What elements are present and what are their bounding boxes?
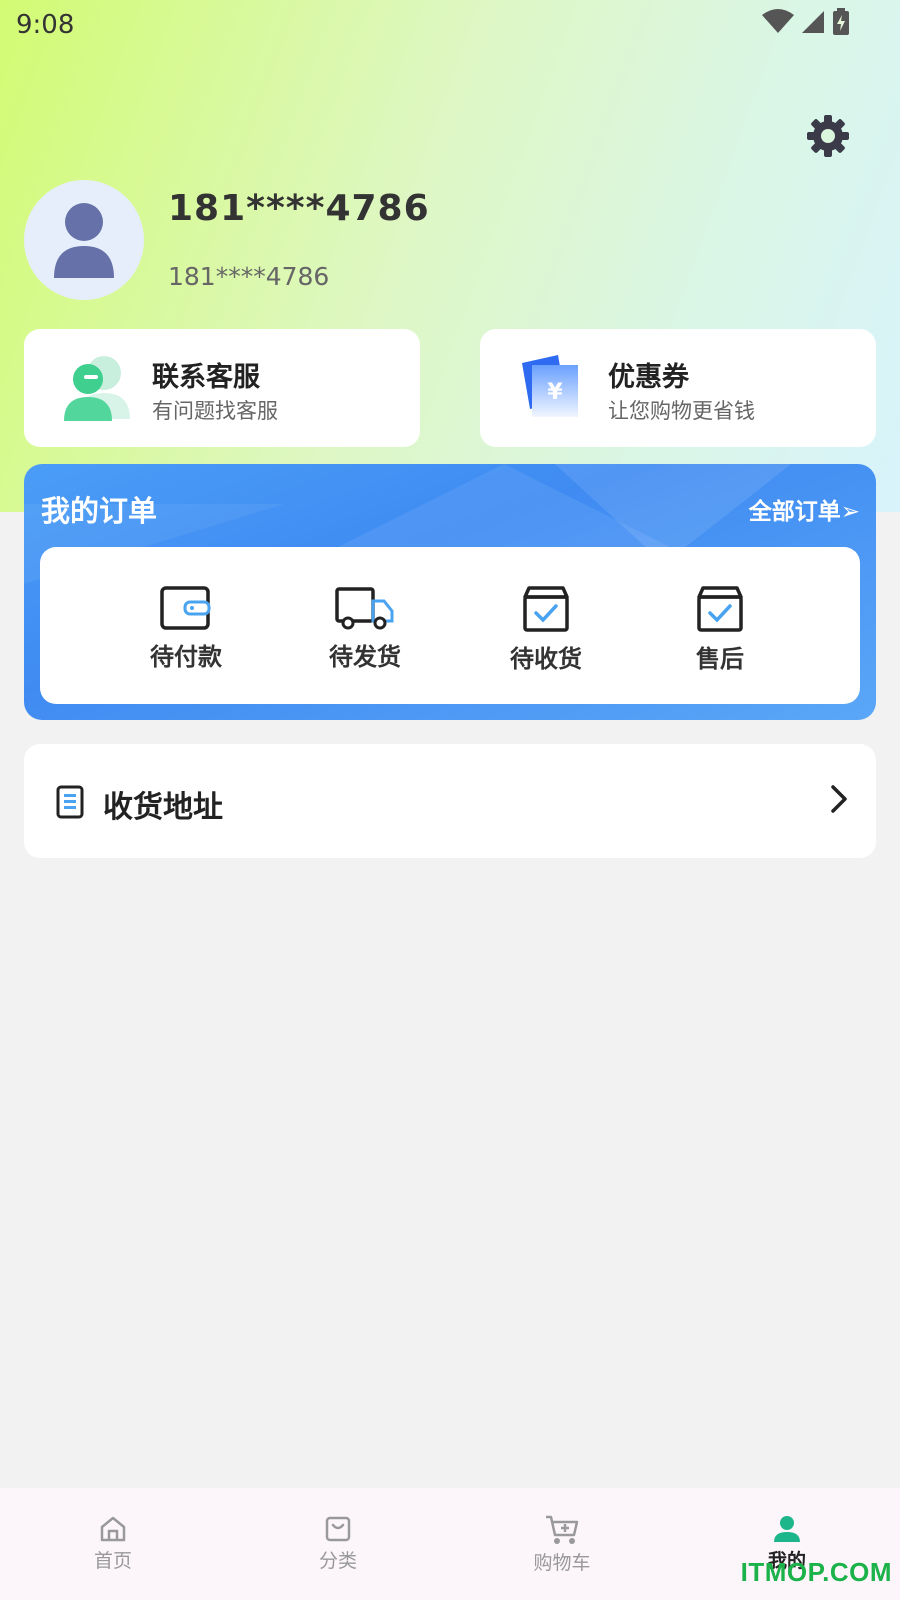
orders-panel: 我的订单 全部订单➢ 待付款 待发货 待收货 售后 (24, 464, 876, 720)
signal-icon (802, 11, 824, 33)
order-pending-shipment[interactable]: 待发货 (305, 585, 425, 672)
status-time: 9:08 (16, 10, 75, 40)
battery-icon (833, 8, 849, 35)
order-pending-payment[interactable]: 待付款 (126, 585, 246, 672)
customer-service-subtitle: 有问题找客服 (152, 399, 278, 423)
document-icon (56, 785, 84, 819)
tab-cart[interactable]: 购物车 (502, 1514, 622, 1575)
user-avatar-icon (54, 203, 114, 278)
truck-icon (335, 587, 394, 630)
tab-cart-label: 购物车 (533, 1552, 591, 1574)
box-check-icon (697, 586, 743, 632)
user-phone: 181****4786 (168, 262, 330, 291)
home-icon (100, 1516, 126, 1542)
avatar[interactable] (24, 180, 144, 300)
wifi-icon (762, 9, 794, 33)
customer-service-icon (64, 356, 130, 421)
shipping-address-row[interactable]: 收货地址 (24, 744, 876, 858)
box-check-icon (523, 586, 569, 632)
orders-title: 我的订单 (41, 494, 158, 528)
watermark: ITMOP.COM (740, 1557, 892, 1587)
tab-home[interactable]: 首页 (53, 1514, 173, 1573)
order-pending-receipt-label: 待收货 (510, 645, 582, 673)
order-pending-receipt[interactable]: 待收货 (486, 585, 606, 674)
order-after-sales-label: 售后 (696, 645, 744, 673)
order-pending-payment-label: 待付款 (150, 643, 222, 671)
tab-home-label: 首页 (93, 1550, 132, 1572)
all-orders-link[interactable]: 全部订单➢ (749, 492, 860, 526)
tab-category[interactable]: 分类 (278, 1514, 398, 1573)
bag-icon (325, 1516, 351, 1542)
coupon-card[interactable]: ¥ 优惠券 让您购物更省钱 (480, 329, 876, 447)
status-icons (762, 8, 850, 36)
cart-icon (546, 1515, 579, 1544)
user-name: 181****4786 (168, 188, 430, 229)
settings-gear-icon[interactable] (806, 114, 850, 158)
wallet-icon (160, 586, 211, 630)
customer-service-card[interactable]: 联系客服 有问题找客服 (24, 329, 420, 447)
order-status-row: 待付款 待发货 待收货 售后 (40, 547, 860, 704)
order-pending-shipment-label: 待发货 (329, 643, 401, 671)
shipping-address-label: 收货地址 (103, 790, 223, 825)
order-after-sales[interactable]: 售后 (660, 585, 780, 674)
coupon-icon: ¥ (522, 355, 578, 417)
customer-service-title: 联系客服 (152, 362, 260, 393)
coupon-subtitle: 让您购物更省钱 (608, 399, 755, 423)
svg-text:¥: ¥ (547, 380, 563, 405)
coupon-title: 优惠券 (608, 362, 689, 393)
tab-category-label: 分类 (318, 1550, 357, 1572)
status-bar: 9:08 (0, 0, 900, 50)
chevron-right-icon (831, 785, 847, 813)
user-icon (774, 1516, 800, 1542)
